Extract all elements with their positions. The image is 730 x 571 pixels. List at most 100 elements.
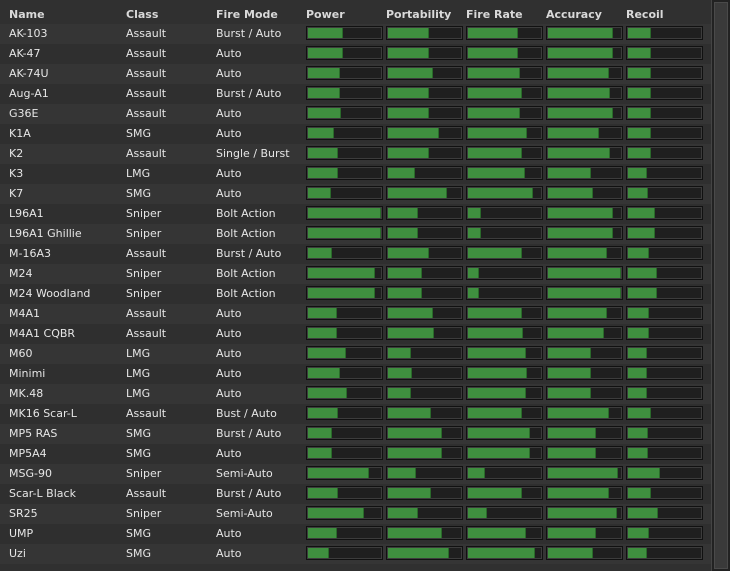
table-row[interactable]: M60 LMG Auto	[0, 344, 711, 364]
scrollbar-thumb[interactable]	[714, 2, 728, 569]
power-bar-fill	[308, 288, 375, 298]
accuracy-bar-fill	[548, 328, 604, 338]
table-row[interactable]: L96A1 Sniper Bolt Action	[0, 204, 711, 224]
power-bar	[306, 386, 383, 400]
table-row[interactable]: MSG-90 Sniper Semi-Auto	[0, 464, 711, 484]
recoil-bar	[626, 86, 703, 100]
fire-rate-bar	[466, 306, 543, 320]
fire-rate-bar	[466, 546, 543, 560]
table-row[interactable]: K2 Assault Single / Burst	[0, 144, 711, 164]
recoil-bar-fill	[628, 328, 649, 338]
portability-bar-fill	[388, 408, 431, 418]
weapon-fire-mode: Auto	[216, 307, 242, 320]
table-row[interactable]: M24 Woodland Sniper Bolt Action	[0, 284, 711, 304]
col-header-portability[interactable]: Portability	[386, 8, 451, 21]
weapon-name: M4A1	[9, 307, 41, 320]
table-row[interactable]: M-16A3 Assault Burst / Auto	[0, 244, 711, 264]
accuracy-bar	[546, 86, 623, 100]
recoil-bar-fill	[628, 228, 655, 238]
fire-rate-bar	[466, 506, 543, 520]
weapon-class: Assault	[126, 147, 167, 160]
fire-rate-bar	[466, 206, 543, 220]
power-bar	[306, 306, 383, 320]
accuracy-bar	[546, 206, 623, 220]
table-row[interactable]: AK-74U Assault Auto	[0, 64, 711, 84]
fire-rate-bar-fill	[468, 448, 530, 458]
power-bar-fill	[308, 88, 340, 98]
table-row[interactable]: K1A SMG Auto	[0, 124, 711, 144]
table-row[interactable]: L96A1 Ghillie Sniper Bolt Action	[0, 224, 711, 244]
recoil-bar	[626, 466, 703, 480]
recoil-bar	[626, 366, 703, 380]
col-header-fire-rate[interactable]: Fire Rate	[466, 8, 523, 21]
weapon-fire-mode: Auto	[216, 547, 242, 560]
weapon-name: Uzi	[9, 547, 26, 560]
fire-rate-bar-fill	[468, 28, 518, 38]
table-row[interactable]: Aug-A1 Assault Burst / Auto	[0, 84, 711, 104]
recoil-bar-fill	[628, 348, 647, 358]
power-bar-fill	[308, 348, 346, 358]
recoil-bar	[626, 266, 703, 280]
col-header-accuracy[interactable]: Accuracy	[546, 8, 602, 21]
weapon-name: M24 Woodland	[9, 287, 91, 300]
table-row[interactable]: Scar-L Black Assault Burst / Auto	[0, 484, 711, 504]
portability-bar-fill	[388, 48, 429, 58]
weapon-name: Scar-L Black	[9, 487, 76, 500]
portability-bar-fill	[388, 448, 442, 458]
table-row[interactable]: MK.48 LMG Auto	[0, 384, 711, 404]
fire-rate-bar-fill	[468, 48, 518, 58]
table-row[interactable]: MK16 Scar-L Assault Bust / Auto	[0, 404, 711, 424]
table-row[interactable]: Uzi SMG Auto	[0, 544, 711, 564]
accuracy-bar	[546, 166, 623, 180]
fire-rate-bar-fill	[468, 88, 522, 98]
fire-rate-bar	[466, 426, 543, 440]
fire-rate-bar	[466, 26, 543, 40]
portability-bar-fill	[388, 168, 415, 178]
weapon-class: Assault	[126, 87, 167, 100]
col-header-fire-mode[interactable]: Fire Mode	[216, 8, 278, 21]
recoil-bar	[626, 406, 703, 420]
weapon-class: Assault	[126, 107, 167, 120]
table-row[interactable]: K7 SMG Auto	[0, 184, 711, 204]
portability-bar	[386, 366, 463, 380]
table-row[interactable]: G36E Assault Auto	[0, 104, 711, 124]
portability-bar-fill	[388, 468, 416, 478]
accuracy-bar	[546, 126, 623, 140]
fire-rate-bar	[466, 106, 543, 120]
power-bar	[306, 66, 383, 80]
fire-rate-bar-fill	[468, 348, 526, 358]
table-row[interactable]: AK-47 Assault Auto	[0, 44, 711, 64]
power-bar-fill	[308, 368, 340, 378]
portability-bar-fill	[388, 88, 429, 98]
table-row[interactable]: M4A1 CQBR Assault Auto	[0, 324, 711, 344]
portability-bar	[386, 46, 463, 60]
table-row[interactable]: AK-103 Assault Burst / Auto	[0, 24, 711, 44]
table-row[interactable]: K3 LMG Auto	[0, 164, 711, 184]
col-header-class[interactable]: Class	[126, 8, 158, 21]
fire-rate-bar-fill	[468, 508, 487, 518]
col-header-name[interactable]: Name	[9, 8, 45, 21]
accuracy-bar	[546, 26, 623, 40]
accuracy-bar	[546, 306, 623, 320]
table-row[interactable]: M4A1 Assault Auto	[0, 304, 711, 324]
col-header-recoil[interactable]: Recoil	[626, 8, 664, 21]
power-bar	[306, 466, 383, 480]
accuracy-bar-fill	[548, 348, 591, 358]
recoil-bar-fill	[628, 268, 657, 278]
table-row[interactable]: MP5A4 SMG Auto	[0, 444, 711, 464]
table-row[interactable]: UMP SMG Auto	[0, 524, 711, 544]
fire-rate-bar-fill	[468, 248, 522, 258]
col-header-power[interactable]: Power	[306, 8, 345, 21]
accuracy-bar	[546, 546, 623, 560]
recoil-bar-fill	[628, 528, 649, 538]
table-row[interactable]: Minimi LMG Auto	[0, 364, 711, 384]
table-row[interactable]: MP5 RAS SMG Burst / Auto	[0, 424, 711, 444]
fire-rate-bar	[466, 186, 543, 200]
weapon-fire-mode: Burst / Auto	[216, 27, 282, 40]
accuracy-bar-fill	[548, 208, 613, 218]
power-bar	[306, 86, 383, 100]
fire-rate-bar	[466, 86, 543, 100]
table-row[interactable]: M24 Sniper Bolt Action	[0, 264, 711, 284]
accuracy-bar-fill	[548, 268, 621, 278]
table-row[interactable]: SR25 Sniper Semi-Auto	[0, 504, 711, 524]
